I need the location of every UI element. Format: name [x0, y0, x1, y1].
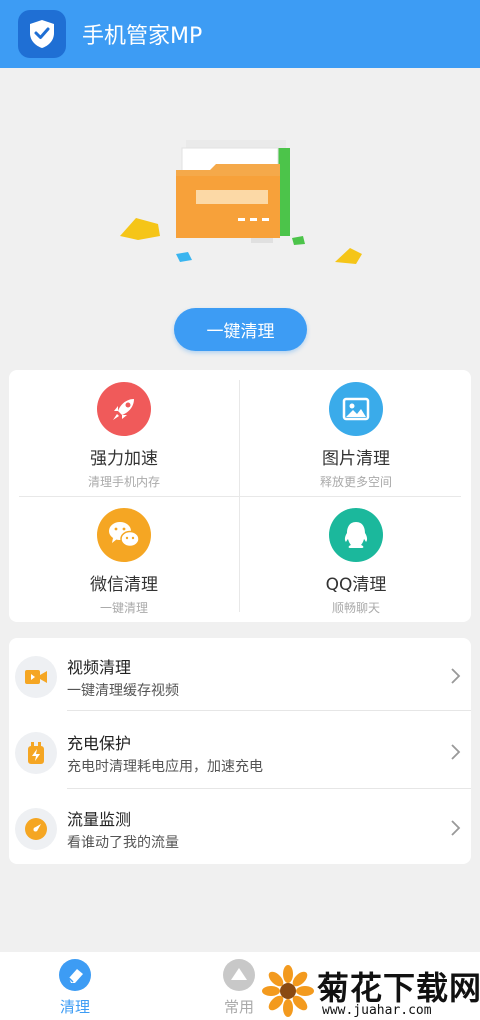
grid-item-title: 图片清理 — [322, 449, 390, 469]
grid-item-qq-clean[interactable]: QQ清理 顺畅聊天 — [241, 496, 471, 622]
list-item-title: 流量监测 — [67, 810, 132, 829]
grid-item-title: QQ清理 — [325, 575, 387, 595]
app-title: 手机管家MP — [82, 24, 203, 49]
image-icon — [329, 382, 383, 436]
tab-label: 清理 — [59, 998, 90, 1016]
traffic-icon — [15, 808, 57, 850]
list-item-video-clean[interactable]: 视频清理 一键清理缓存视频 — [9, 642, 471, 716]
list-item-traffic-monitor[interactable]: 流量监测 看谁动了我的流量 — [9, 794, 471, 868]
grid-item-speed-boost[interactable]: 强力加速 清理手机内存 — [9, 370, 239, 496]
tab-label: 常用 — [223, 998, 254, 1016]
tab-clean[interactable]: 清理 — [58, 958, 92, 1017]
list-item-subtitle: 充电时清理耗电应用，加速充电 — [67, 759, 263, 775]
grid-item-subtitle: 清理手机内存 — [87, 475, 160, 489]
charge-icon — [15, 732, 57, 774]
shield-check-icon — [18, 10, 66, 58]
list-item-subtitle: 看谁动了我的流量 — [67, 835, 179, 851]
grid-item-photo-clean[interactable]: 图片清理 释放更多空间 — [241, 370, 471, 496]
chevron-right-icon — [451, 820, 461, 836]
watermark-url: www.juahar.com — [322, 1003, 432, 1018]
qq-icon — [329, 508, 383, 562]
common-tools-icon — [223, 959, 255, 991]
wechat-icon — [97, 508, 151, 562]
chevron-right-icon — [451, 668, 461, 684]
grid-item-subtitle: 释放更多空间 — [319, 475, 392, 489]
grid-item-subtitle: 一键清理 — [99, 601, 148, 615]
list-item-charge-protect[interactable]: 充电保护 充电时清理耗电应用，加速充电 — [9, 718, 471, 792]
tools-list: 视频清理 一键清理缓存视频 充电保护 充电时清理耗电应用，加速充电 流量监测 看… — [9, 638, 471, 864]
eraser-icon — [59, 959, 91, 991]
list-item-title: 充电保护 — [67, 734, 132, 753]
chevron-right-icon — [451, 744, 461, 760]
watermark: 菊花下载网 www.juahar.com — [262, 963, 480, 1020]
app-bar: 手机管家MP — [0, 0, 480, 68]
grid-item-title: 微信清理 — [90, 575, 158, 595]
rocket-icon — [97, 382, 151, 436]
one-click-clean-button[interactable]: 一键清理 — [174, 308, 307, 351]
list-item-title: 视频清理 — [67, 658, 132, 677]
list-item-subtitle: 一键清理缓存视频 — [67, 683, 179, 699]
list-divider — [67, 788, 471, 789]
flower-logo-icon — [262, 965, 314, 1017]
grid-item-title: 强力加速 — [90, 449, 158, 469]
grid-item-subtitle: 顺畅聊天 — [331, 601, 380, 615]
list-divider — [67, 710, 471, 711]
video-icon — [15, 656, 57, 698]
grid-item-wechat-clean[interactable]: 微信清理 一键清理 — [9, 496, 239, 622]
tab-common[interactable]: 常用 — [222, 958, 256, 1017]
feature-grid: 强力加速 清理手机内存 图片清理 释放更多空间 微信清理 一键清理 QQ清理 顺… — [9, 370, 471, 622]
